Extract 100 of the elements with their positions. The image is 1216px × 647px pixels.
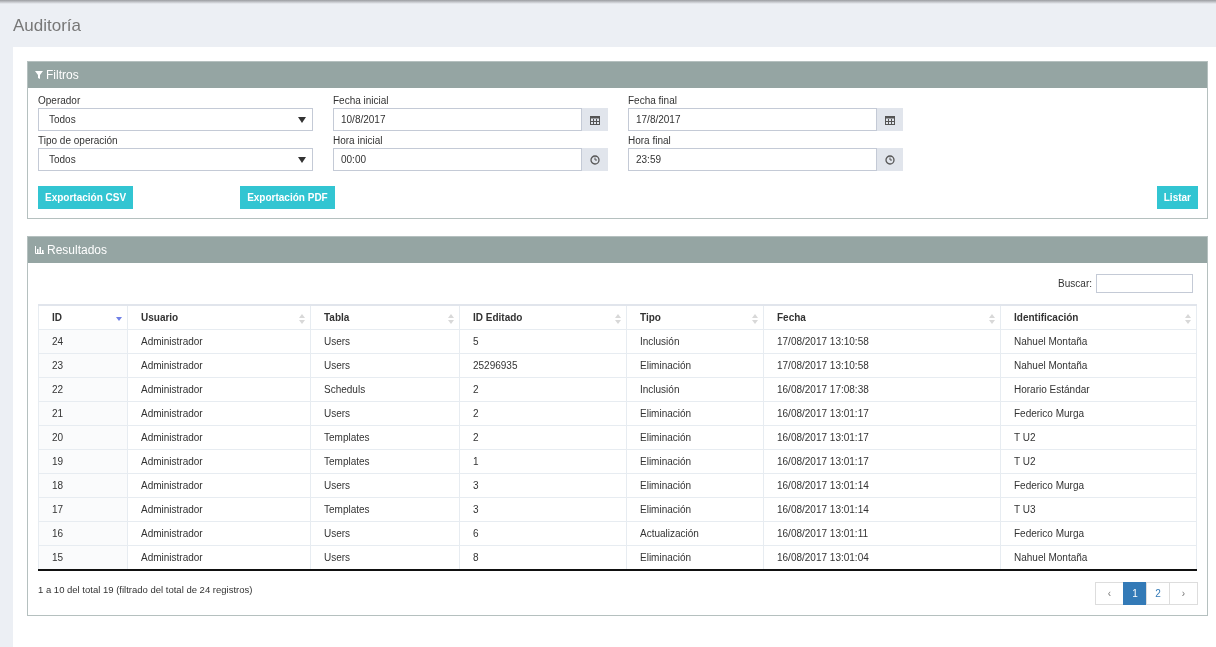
input-field[interactable]: 00:00 xyxy=(333,148,582,171)
table-cell: Administrador xyxy=(127,329,311,354)
field-label: Fecha inicial xyxy=(333,94,390,108)
table-cell: 16 xyxy=(38,521,128,546)
table-cell: 16/08/2017 13:01:11 xyxy=(763,521,1001,546)
previous-page-button[interactable]: ‹ xyxy=(1095,582,1124,605)
table-cell: 3 xyxy=(459,473,627,498)
input-field[interactable]: 23:59 xyxy=(628,148,877,171)
table-cell: 2 xyxy=(459,401,627,426)
column-header[interactable]: Fecha xyxy=(763,305,1001,330)
calendar-button[interactable] xyxy=(877,108,903,131)
table-cell: Templates xyxy=(310,449,460,474)
clock-button[interactable] xyxy=(877,148,903,171)
table-info: 1 a 10 del total 19 (filtrado del total de 24 registros) xyxy=(38,584,253,595)
table-cell: 17 xyxy=(38,497,128,522)
table-cell: Federico Murga xyxy=(1000,401,1197,426)
table-cell: 3 xyxy=(459,497,627,522)
calendar-icon xyxy=(590,114,600,125)
table-cell: Administrador xyxy=(127,497,311,522)
field-label: Operador xyxy=(38,94,82,108)
table-cell: 23 xyxy=(38,353,128,378)
search-label: Buscar: xyxy=(1058,278,1092,289)
table-cell: 16/08/2017 13:01:14 xyxy=(763,497,1001,522)
table-cell: Eliminación xyxy=(626,497,764,522)
table-cell: Federico Murga xyxy=(1000,473,1197,498)
table-cell: 16/08/2017 13:01:14 xyxy=(763,473,1001,498)
panel-title: Resultados xyxy=(47,243,108,257)
table-cell: 1 xyxy=(459,449,627,474)
table-cell: Eliminación xyxy=(626,401,764,426)
table-cell: Actualización xyxy=(626,521,764,546)
field-label: Fecha final xyxy=(628,94,678,108)
field-label: Hora inicial xyxy=(333,134,384,148)
page-button[interactable]: 1 xyxy=(1123,582,1147,605)
column-header[interactable]: ID Editado xyxy=(459,305,627,330)
table-cell: Eliminación xyxy=(626,449,764,474)
column-header[interactable]: Tipo xyxy=(626,305,764,330)
field-label: Tipo de operación xyxy=(38,134,119,148)
table-cell: Users xyxy=(310,521,460,546)
next-page-button[interactable]: › xyxy=(1169,582,1198,605)
table-cell: Templates xyxy=(310,425,460,450)
table-cell: Administrador xyxy=(127,425,311,450)
table-cell: Administrador xyxy=(127,353,311,378)
table-cell: Administrador xyxy=(127,449,311,474)
dropdown[interactable]: Todos xyxy=(38,148,313,171)
table-cell: 25296935 xyxy=(459,353,627,378)
table-cell: Inclusión xyxy=(626,329,764,354)
table-cell: Users xyxy=(310,329,460,354)
table-cell: Administrador xyxy=(127,377,311,402)
table-cell: Eliminación xyxy=(626,473,764,498)
table-cell: T U3 xyxy=(1000,497,1197,522)
table-cell: Users xyxy=(310,401,460,426)
table-cell: 17/08/2017 13:10:58 xyxy=(763,329,1001,354)
table-cell: Horario Estándar xyxy=(1000,377,1197,402)
table-cell: 5 xyxy=(459,329,627,354)
input-field[interactable]: 17/8/2017 xyxy=(628,108,877,131)
table-cell: Administrador xyxy=(127,401,311,426)
page-title: Auditoría xyxy=(12,15,83,37)
table-cell: 16/08/2017 13:01:17 xyxy=(763,401,1001,426)
table-cell: Administrador xyxy=(127,473,311,498)
table-cell: 18 xyxy=(38,473,128,498)
table-cell: Eliminación xyxy=(626,425,764,450)
panel-title: Filtros xyxy=(46,68,79,82)
table-cell: 2 xyxy=(459,425,627,450)
search-field[interactable] xyxy=(1096,274,1193,293)
calendar-icon xyxy=(885,114,895,125)
column-header[interactable]: Identificación xyxy=(1000,305,1197,330)
clock-icon xyxy=(885,154,895,165)
table-cell: 16/08/2017 13:01:17 xyxy=(763,425,1001,450)
table-cell: 2 xyxy=(459,377,627,402)
table-cell: Federico Murga xyxy=(1000,521,1197,546)
clock-icon xyxy=(590,154,600,165)
bar-chart-icon xyxy=(35,246,44,254)
input-field[interactable]: 10/8/2017 xyxy=(333,108,582,131)
table-cell: 6 xyxy=(459,521,627,546)
table-cell: Administrador xyxy=(127,521,311,546)
page-button[interactable]: 2 xyxy=(1146,582,1170,605)
filter-icon xyxy=(35,71,43,79)
column-header[interactable]: Tabla xyxy=(310,305,460,330)
table-cell: Eliminación xyxy=(626,353,764,378)
dropdown[interactable]: Todos xyxy=(38,108,313,131)
calendar-button[interactable] xyxy=(582,108,608,131)
table-cell: Users xyxy=(310,473,460,498)
column-header[interactable]: ID xyxy=(38,305,128,330)
table-cell: Nahuel Montaña xyxy=(1000,329,1197,354)
table-cell: 19 xyxy=(38,449,128,474)
table-cell: T U2 xyxy=(1000,449,1197,474)
table-cell: 17/08/2017 13:10:58 xyxy=(763,353,1001,378)
table-cell: 22 xyxy=(38,377,128,402)
caret-icon xyxy=(298,116,306,123)
table-cell: 20 xyxy=(38,425,128,450)
caret-icon xyxy=(298,156,306,163)
column-header[interactable]: Usuario xyxy=(127,305,311,330)
table-cell: Templates xyxy=(310,497,460,522)
field-label: Hora final xyxy=(628,134,672,148)
table-cell: 16/08/2017 17:08:38 xyxy=(763,377,1001,402)
clock-button[interactable] xyxy=(582,148,608,171)
table-cell: Inclusión xyxy=(626,377,764,402)
table-cell: T U2 xyxy=(1000,425,1197,450)
table-cell: Scheduls xyxy=(310,377,460,402)
table-cell: 15 xyxy=(38,545,128,570)
